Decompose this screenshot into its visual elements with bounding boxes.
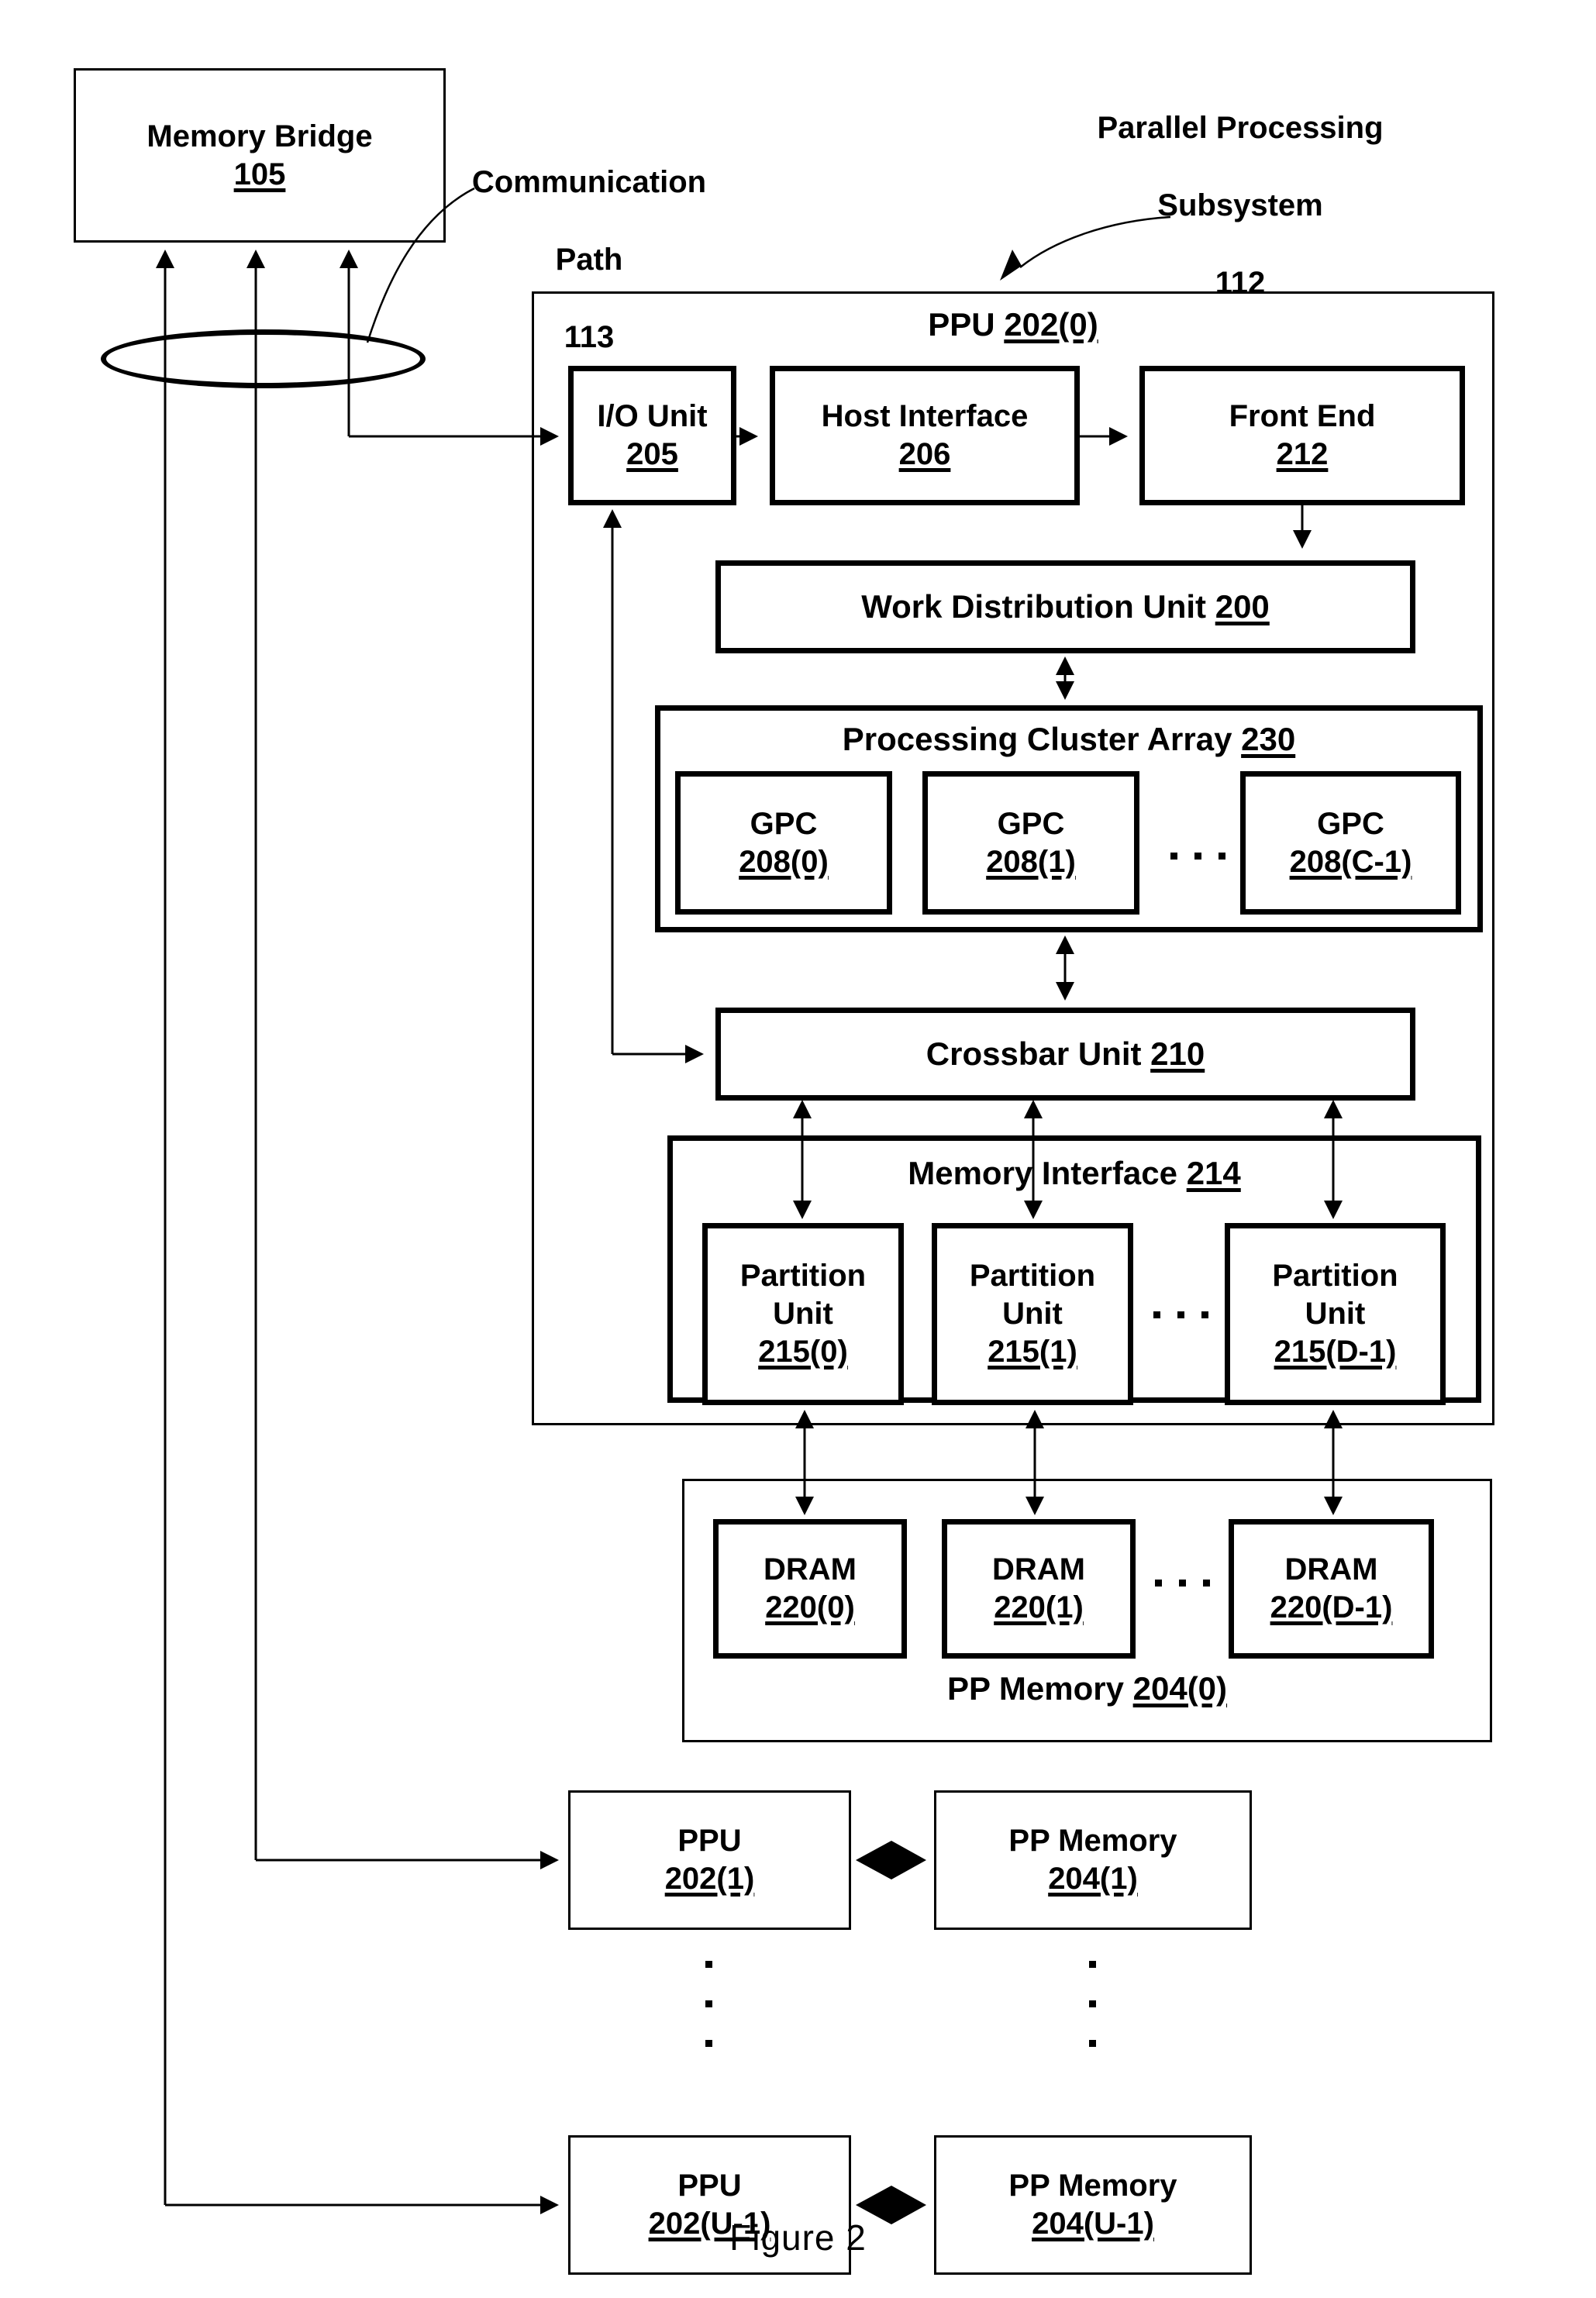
partition-unit-1-line2: Unit (1002, 1297, 1063, 1332)
gpc-box-1: GPC 208(1) (922, 771, 1139, 915)
subsystem-leader-arrowhead (1000, 250, 1022, 281)
partition-unit-0-line1: Partition (739, 1259, 867, 1294)
communication-path-ellipse (101, 329, 426, 388)
memory-bridge-label: Memory Bridge (147, 119, 373, 153)
dram-0-ref: 220(0) (765, 1590, 855, 1624)
partition-unit-1-ref: 215(1) (988, 1334, 1077, 1369)
crossbar-unit-box: Crossbar Unit 210 (715, 1008, 1415, 1101)
gpc-box-0: GPC 208(0) (675, 771, 892, 915)
dram-box-1: DRAM 220(1) (942, 1519, 1136, 1659)
dram-2-label: DRAM (1284, 1552, 1378, 1587)
dram-ellipsis (1155, 1580, 1210, 1587)
partition-unit-box-2: Partition Unit 215(D-1) (1225, 1223, 1446, 1405)
io-unit-box: I/O Unit 205 (568, 366, 736, 505)
dram-2-ref: 220(D-1) (1270, 1590, 1393, 1624)
parallel-processing-subsystem-annotation: Parallel Processing Subsystem 112 (1031, 70, 1449, 302)
pp-memory-204-1-box: PP Memory 204(1) (934, 1790, 1252, 1930)
dram-1-label: DRAM (992, 1552, 1085, 1587)
pp-memory-204-0-label: PP Memory 204(0) (682, 1670, 1492, 1707)
ppu-202-0-title-text: PPU (928, 306, 1005, 343)
pp-memory-204-1-ref: 204(1) (1048, 1862, 1138, 1896)
ppu-202-1-ref: 202(1) (664, 1862, 755, 1896)
dram-1-ref: 220(1) (994, 1590, 1084, 1624)
memory-interface-name: Memory Interface (908, 1155, 1187, 1191)
ppu-202-0-title-ref: 202(0) (1004, 306, 1098, 343)
gpc-2-label: GPC (1317, 806, 1384, 841)
host-interface-ref: 206 (898, 437, 951, 471)
processing-cluster-array-name: Processing Cluster Array (842, 721, 1242, 757)
ppu-vertical-ellipsis (705, 1961, 712, 2047)
partition-unit-2-ref: 215(D-1) (1274, 1334, 1397, 1369)
communication-path-line2: Path (555, 243, 623, 277)
partition-unit-1-line1: Partition (969, 1259, 1096, 1294)
gpc-1-ref: 208(1) (986, 844, 1076, 879)
processing-cluster-array-ref: 230 (1241, 721, 1296, 757)
pp-memory-204-u1-label: PP Memory (1008, 2169, 1177, 2203)
front-end-box: Front End 212 (1139, 366, 1465, 505)
gpc-ellipsis (1170, 853, 1225, 860)
pp-memory-vertical-ellipsis (1089, 1961, 1096, 2047)
memory-interface-title: Memory Interface 214 (667, 1155, 1481, 1192)
partition-unit-box-1: Partition Unit 215(1) (932, 1223, 1133, 1405)
pp-memory-204-0-ref: 204(0) (1132, 1670, 1228, 1707)
memory-bridge-bus-lines (156, 250, 358, 2205)
partition-unit-box-0: Partition Unit 215(0) (702, 1223, 904, 1405)
work-distribution-unit-box: Work Distribution Unit 200 (715, 560, 1415, 653)
host-interface-label: Host Interface (821, 399, 1029, 434)
front-end-ref: 212 (1276, 437, 1329, 471)
io-unit-ref: 205 (626, 437, 678, 471)
gpc-0-label: GPC (750, 806, 818, 841)
ppu-202-u1-label: PPU (677, 2169, 742, 2203)
partition-unit-2-line2: Unit (1305, 1297, 1366, 1332)
partition-unit-0-line2: Unit (773, 1297, 833, 1332)
subsystem-line2: Subsystem (1157, 188, 1323, 222)
pp-memory-204-0-name: PP Memory (946, 1670, 1133, 1707)
memory-bridge-ref: 105 (233, 157, 286, 191)
gpc-2-ref: 208(C-1) (1289, 844, 1412, 879)
ppu-202-0-title: PPU 202(0) (532, 306, 1494, 343)
subsystem-line1: Parallel Processing (1097, 111, 1384, 145)
processing-cluster-array-title: Processing Cluster Array 230 (655, 721, 1483, 758)
front-end-label: Front End (1229, 399, 1376, 434)
dram-box-0: DRAM 220(0) (713, 1519, 907, 1659)
figure-caption: Figure 2 (729, 2217, 867, 2258)
ppu-202-1-box: PPU 202(1) (568, 1790, 851, 1930)
gpc-0-ref: 208(0) (739, 844, 829, 879)
gpc-1-label: GPC (997, 806, 1065, 841)
memory-interface-ref: 214 (1186, 1155, 1241, 1191)
ppu-202-1-label: PPU (677, 1824, 742, 1859)
dram-box-2: DRAM 220(D-1) (1229, 1519, 1434, 1659)
partition-unit-ellipsis (1153, 1311, 1208, 1318)
figure-2-diagram: Memory Bridge 105 Communication Path 113… (0, 0, 1596, 2298)
dram-0-label: DRAM (764, 1552, 857, 1587)
bus-branch-lines (165, 427, 559, 2214)
memory-bridge-box: Memory Bridge 105 (74, 68, 446, 243)
io-unit-label: I/O Unit (597, 399, 708, 434)
partition-unit-0-ref: 215(0) (758, 1334, 848, 1369)
communication-path-line1: Communication (471, 165, 707, 199)
host-interface-box: Host Interface 206 (770, 366, 1080, 505)
pp-memory-204-1-label: PP Memory (1008, 1824, 1177, 1859)
work-distribution-unit-label: Work Distribution Unit 200 (861, 588, 1270, 625)
crossbar-unit-label: Crossbar Unit 210 (926, 1035, 1205, 1073)
partition-unit-2-line1: Partition (1272, 1259, 1398, 1294)
gpc-box-2: GPC 208(C-1) (1240, 771, 1461, 915)
